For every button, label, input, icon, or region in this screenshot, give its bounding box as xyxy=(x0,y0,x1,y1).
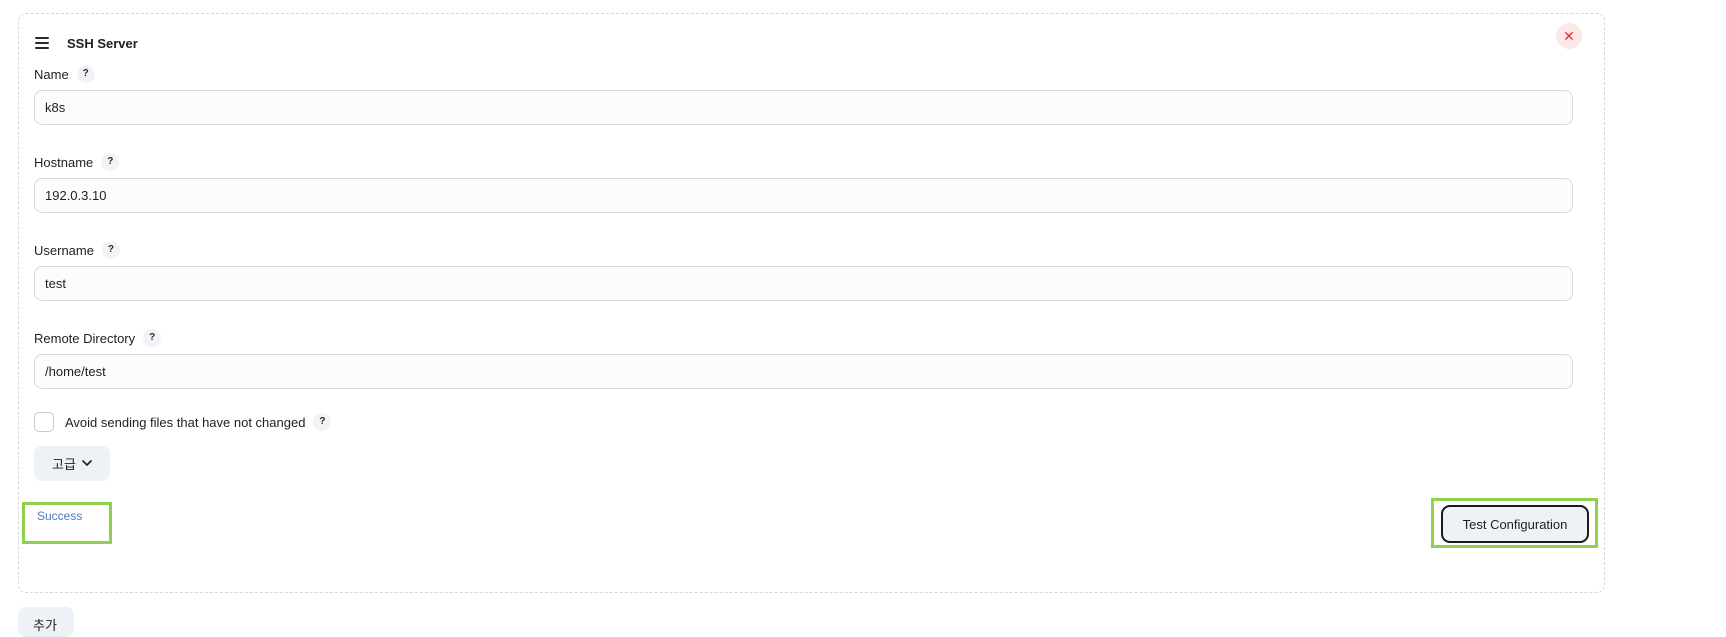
chevron-down-icon xyxy=(82,458,92,470)
username-label-row: Username ? xyxy=(34,241,120,259)
status-highlight: Success xyxy=(22,502,112,544)
ssh-server-panel: SSH Server ✕ Name ? Hostname ? Username … xyxy=(18,13,1605,593)
advanced-button[interactable]: 고급 xyxy=(34,446,110,481)
add-button[interactable]: 추가 xyxy=(18,607,74,637)
avoid-sending-label[interactable]: Avoid sending files that have not change… xyxy=(65,415,305,430)
avoid-sending-row: Avoid sending files that have not change… xyxy=(34,412,332,432)
close-icon[interactable]: ✕ xyxy=(1556,23,1582,49)
remote-directory-input[interactable] xyxy=(34,354,1573,389)
test-configuration-highlight: Test Configuration xyxy=(1431,498,1598,548)
help-icon[interactable]: ? xyxy=(101,153,120,171)
remote-directory-label-row: Remote Directory ? xyxy=(34,329,162,347)
remote-directory-label: Remote Directory xyxy=(34,330,136,346)
hamburger-icon[interactable] xyxy=(35,37,49,49)
name-label: Name xyxy=(34,66,69,82)
name-input[interactable] xyxy=(34,90,1573,125)
advanced-label: 고급 xyxy=(52,457,76,472)
help-icon[interactable]: ? xyxy=(76,65,95,83)
username-input[interactable] xyxy=(34,266,1573,301)
hostname-input[interactable] xyxy=(34,178,1573,213)
help-icon[interactable]: ? xyxy=(143,329,162,347)
test-configuration-button[interactable]: Test Configuration xyxy=(1441,505,1589,543)
username-label: Username xyxy=(34,242,94,258)
status-text: Success xyxy=(37,509,83,523)
panel-header: SSH Server xyxy=(35,32,138,54)
panel-title: SSH Server xyxy=(67,35,138,51)
name-label-row: Name ? xyxy=(34,65,95,83)
avoid-sending-checkbox[interactable] xyxy=(34,412,54,432)
help-icon[interactable]: ? xyxy=(313,413,332,431)
hostname-label-row: Hostname ? xyxy=(34,153,120,171)
hostname-label: Hostname xyxy=(34,154,94,170)
help-icon[interactable]: ? xyxy=(101,241,120,259)
